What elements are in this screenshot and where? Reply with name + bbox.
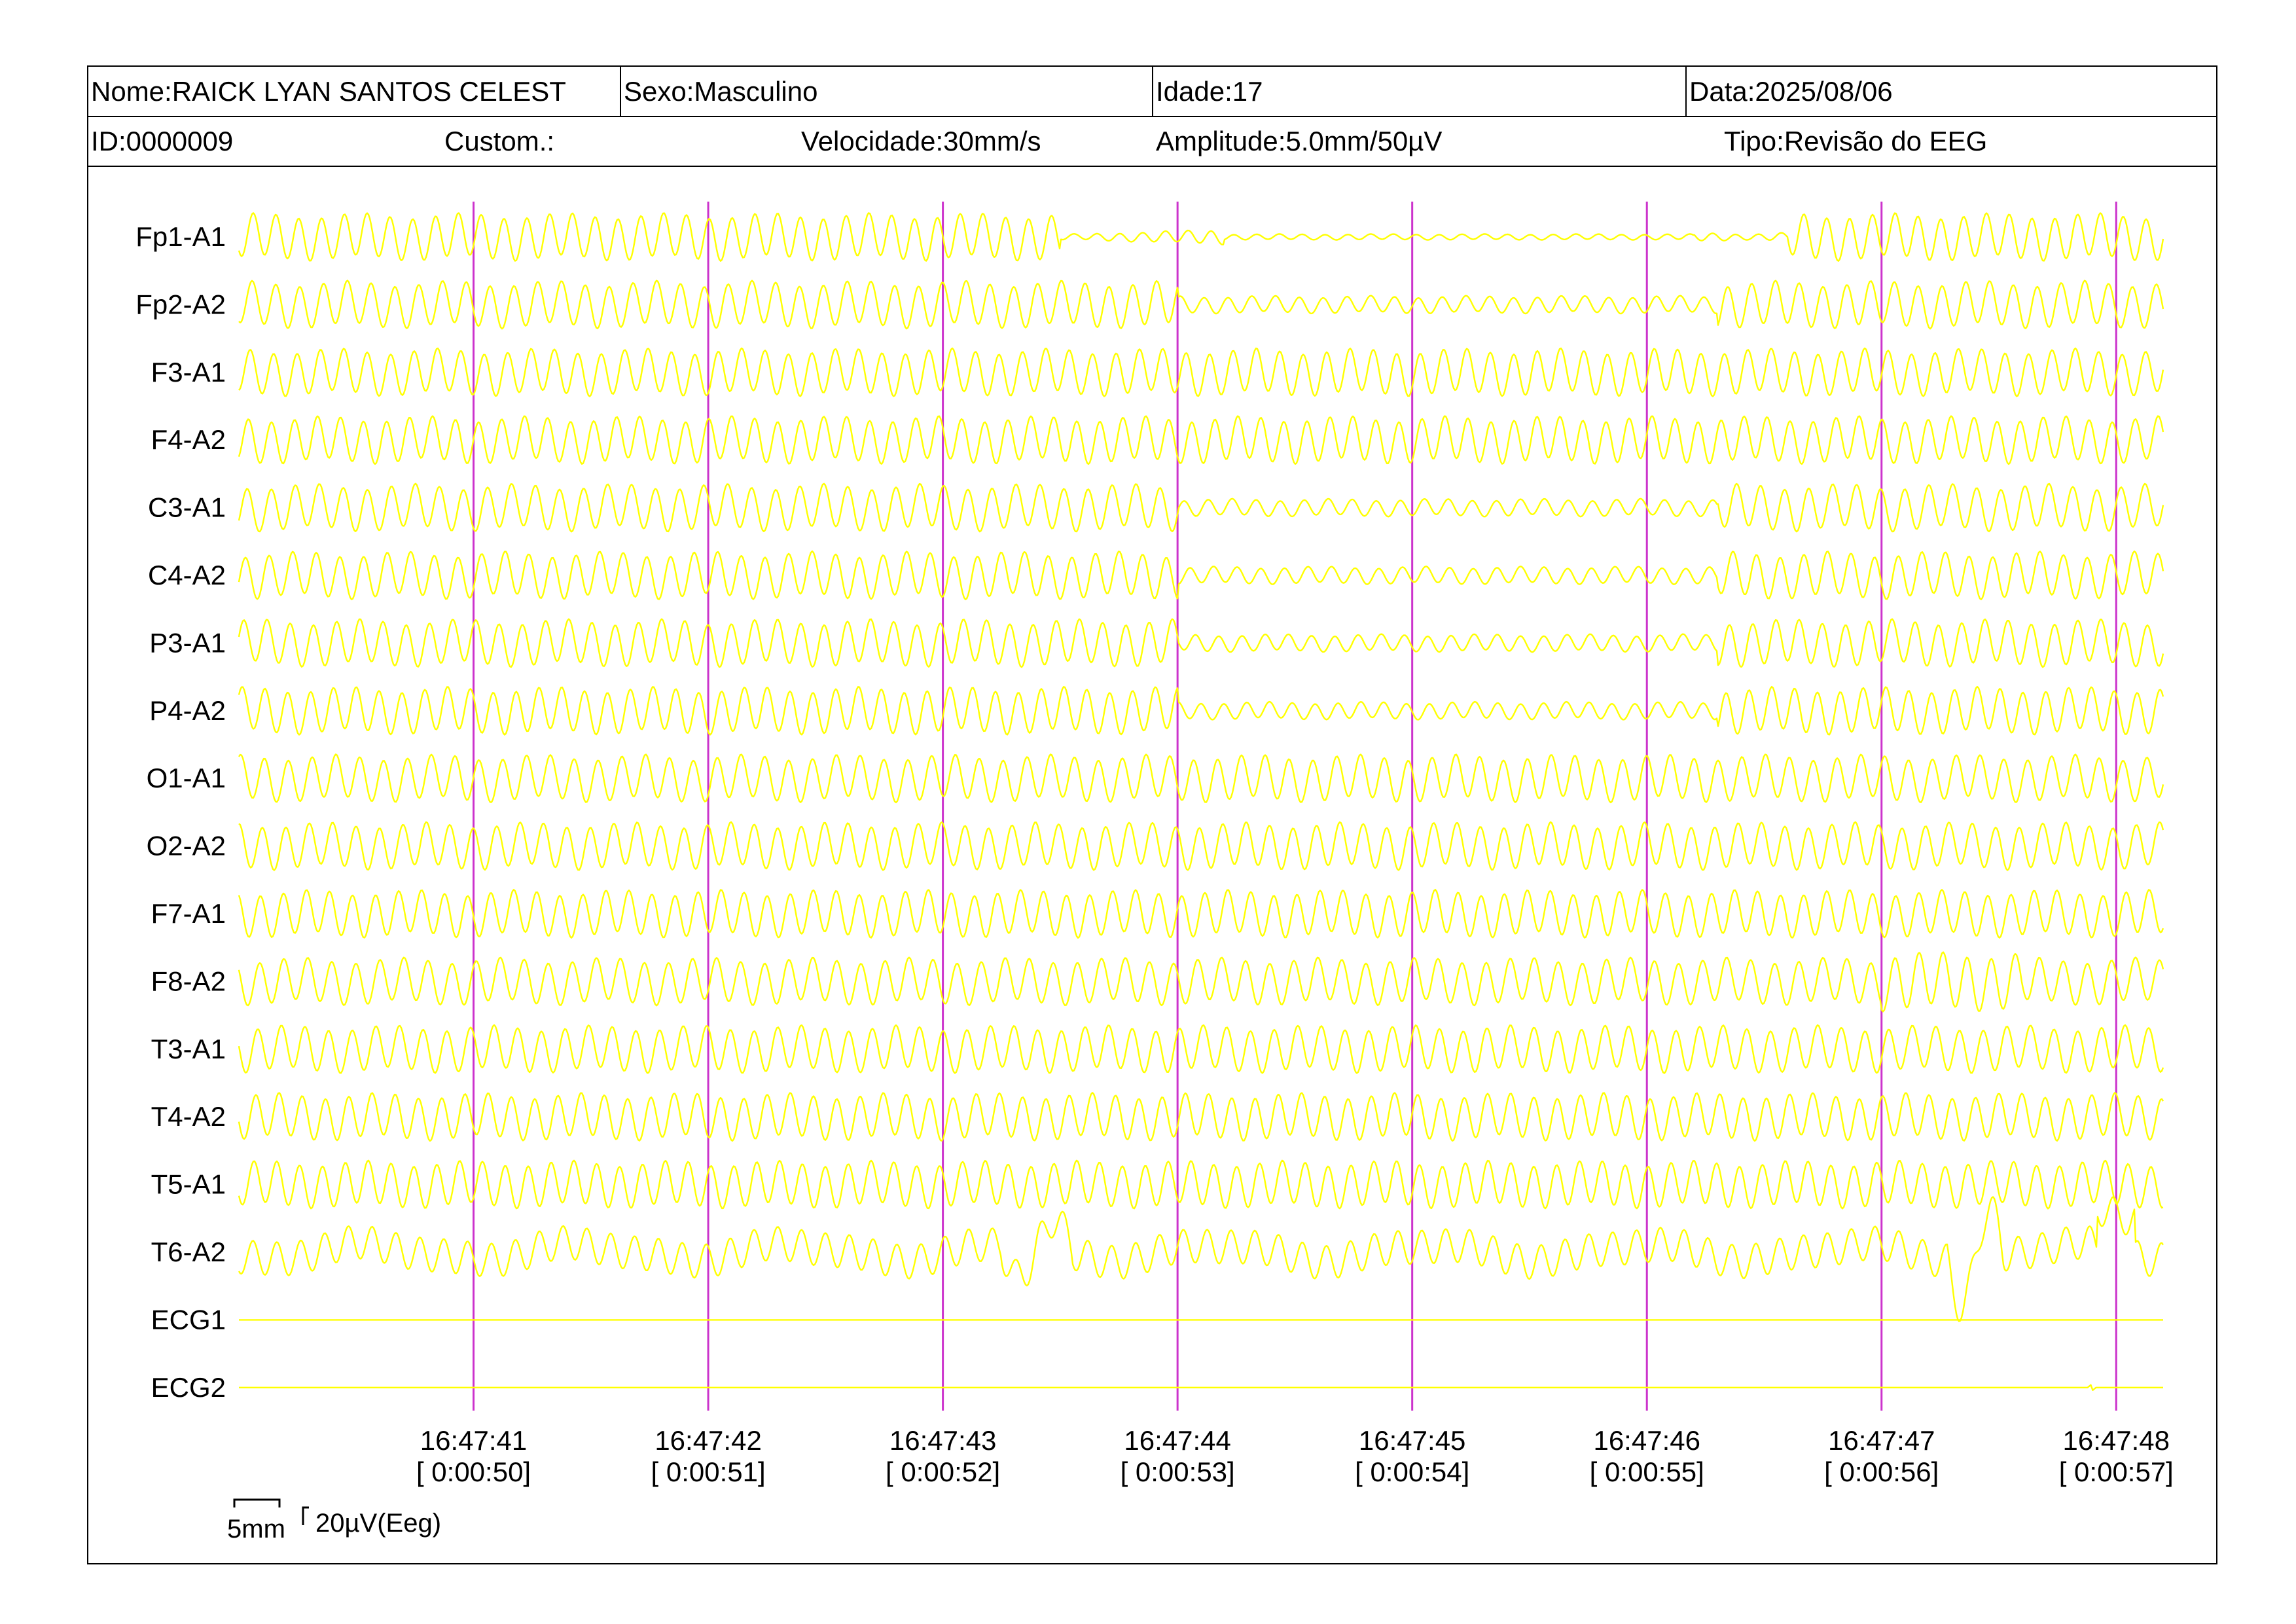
scale-bar: 5mm 20µV(Eeg)	[227, 1498, 441, 1543]
channel-label: O1-A1	[147, 763, 226, 793]
channel-label: P3-A1	[149, 627, 226, 658]
time-tick-clock: 16:47:41	[420, 1425, 528, 1456]
channel-labels: Fp1-A1 Fp2-A2 F3-A1 F4-A2 C3-A1 C4-A2 P3-A1 P4-…	[135, 221, 226, 1403]
time-tick-elapsed: [ 0:00:55]	[1590, 1456, 1704, 1487]
time-scale-bracket	[233, 1498, 281, 1507]
channel-trace	[238, 1196, 2164, 1322]
channel-trace	[238, 753, 2164, 804]
channel-trace	[238, 1024, 2164, 1074]
channel-trace	[238, 1092, 2164, 1142]
time-tick-elapsed: [ 0:00:57]	[2059, 1456, 2174, 1487]
channel-trace	[238, 618, 2164, 668]
time-tick-elapsed: [ 0:00:54]	[1355, 1456, 1469, 1487]
time-tick-clock: 16:47:42	[655, 1425, 762, 1456]
channel-label: T4-A2	[151, 1101, 226, 1132]
channel-label: C3-A1	[148, 492, 226, 523]
channel-trace	[238, 212, 2164, 262]
channel-trace	[238, 482, 2164, 533]
channel-label: P4-A2	[149, 695, 226, 726]
time-tick-elapsed: [ 0:00:52]	[886, 1456, 1000, 1487]
channel-trace	[238, 821, 2164, 871]
time-tick-elapsed: [ 0:00:53]	[1121, 1456, 1235, 1487]
eeg-trace-plot: Fp1-A1 Fp2-A2 F3-A1 F4-A2 C3-A1 C4-A2 P3-A1 P4-…	[135, 202, 2174, 1543]
channel-trace	[238, 1159, 2164, 1210]
channel-label: F8-A2	[151, 965, 226, 996]
time-tick-clock: 16:47:46	[1593, 1425, 1700, 1456]
channel-label: ECG1	[151, 1304, 226, 1335]
time-tick-labels: 16:47:41[ 0:00:50] 16:47:42[ 0:00:51] 16:4…	[416, 1425, 2174, 1487]
time-tick-clock: 16:47:44	[1124, 1425, 1231, 1456]
channel-trace	[239, 1384, 2163, 1391]
channel-label: F3-A1	[151, 357, 226, 388]
time-tick-elapsed: [ 0:00:50]	[416, 1456, 531, 1487]
amp-scale-bracket	[302, 1506, 309, 1525]
channel-trace	[238, 889, 2164, 939]
second-markers	[473, 202, 2117, 1411]
channel-label: C4-A2	[148, 560, 226, 590]
amp-scale-label: 20µV(Eeg)	[315, 1509, 441, 1538]
time-scale-label: 5mm	[227, 1515, 285, 1543]
channel-label: Fp1-A1	[135, 221, 226, 252]
channel-trace	[238, 951, 2164, 1013]
time-tick-clock: 16:47:45	[1359, 1425, 1466, 1456]
time-tick-clock: 16:47:47	[1828, 1425, 1935, 1456]
time-tick-clock: 16:47:48	[2063, 1425, 2170, 1456]
channel-trace	[238, 685, 2164, 736]
channel-label: F4-A2	[151, 424, 226, 455]
channel-label: Fp2-A2	[135, 289, 226, 319]
channel-traces	[238, 212, 2164, 1391]
channel-trace	[238, 550, 2164, 600]
channel-label: T5-A1	[151, 1169, 226, 1200]
channel-label: F7-A1	[151, 898, 226, 929]
channel-trace	[238, 280, 2164, 330]
time-tick-elapsed: [ 0:00:51]	[651, 1456, 766, 1487]
time-tick-elapsed: [ 0:00:56]	[1824, 1456, 1939, 1487]
channel-trace	[238, 415, 2164, 465]
channel-label: ECG2	[151, 1372, 226, 1403]
channel-label: T3-A1	[151, 1034, 226, 1064]
channel-trace	[238, 347, 2164, 397]
time-tick-clock: 16:47:43	[889, 1425, 997, 1456]
channel-label: T6-A2	[151, 1236, 226, 1267]
channel-label: O2-A2	[147, 831, 226, 861]
